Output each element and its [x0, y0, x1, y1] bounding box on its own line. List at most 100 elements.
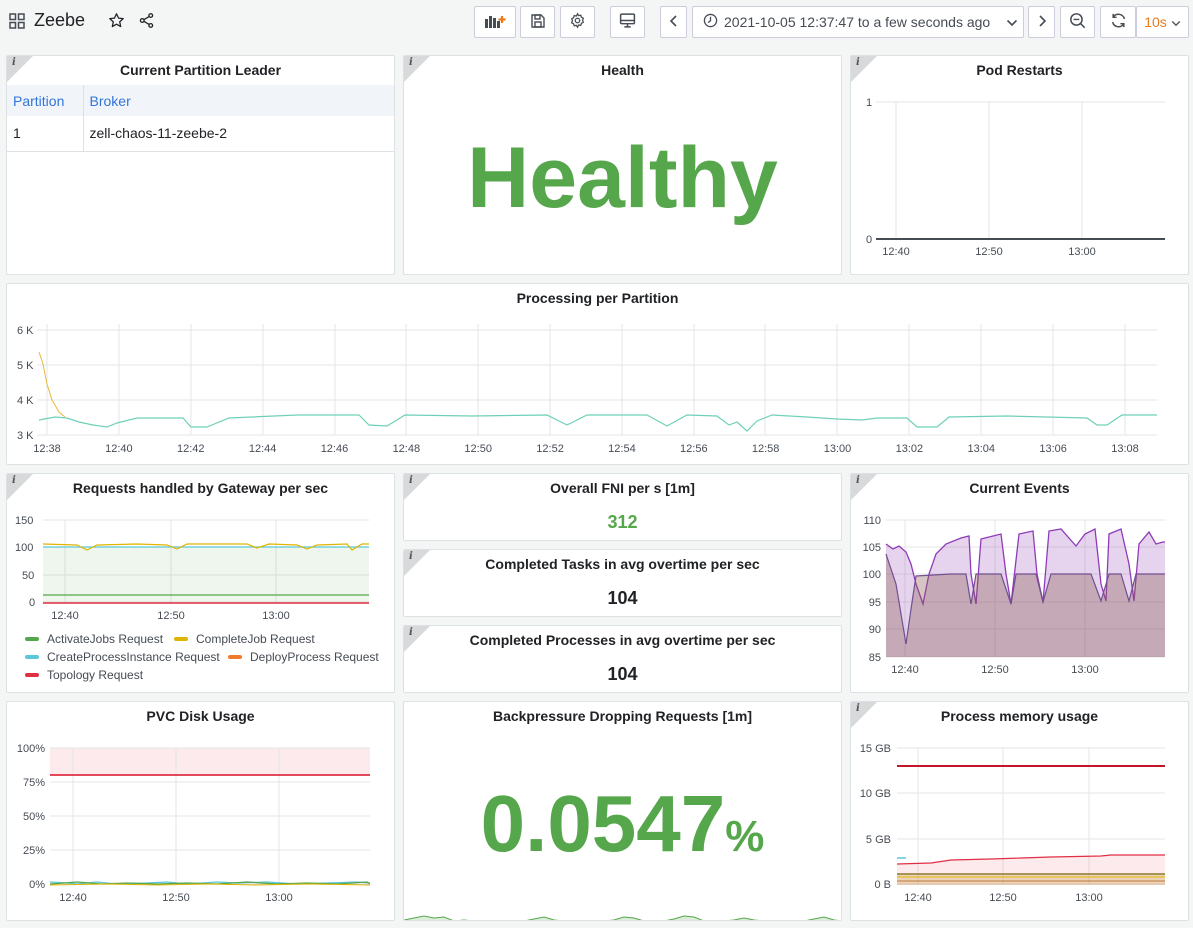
x-tick-label: 12:50: [989, 892, 1017, 904]
y-tick-label: 100%: [17, 743, 45, 755]
chevron-left-icon: [669, 14, 679, 30]
legend-item[interactable]: ActivateJobs Request: [25, 632, 163, 646]
panel-pod-restarts: i Pod Restarts 1 0 12:40 12:50 13:00: [850, 55, 1189, 275]
x-tick-label: 12:40: [105, 443, 133, 455]
legend-item[interactable]: CompleteJob Request: [174, 632, 315, 646]
panel-pvc-disk-usage: PVC Disk Usage 100% 75% 50% 25% 0% 12:40…: [6, 701, 395, 921]
y-tick-label: 50: [22, 570, 34, 582]
legend-label: CreateProcessInstance Request: [47, 650, 220, 664]
backpressure-sparkline: [404, 915, 839, 920]
legend-swatch: [25, 637, 39, 641]
zoom-out-button[interactable]: [1060, 6, 1095, 38]
memory-chart: 15 GB 10 GB 5 GB 0 B 12:40 12:50 13:00: [860, 743, 1165, 904]
y-tick-label: 25%: [23, 845, 45, 857]
column-header-broker[interactable]: Broker: [83, 85, 394, 116]
x-tick-label: 13:00: [1075, 892, 1103, 904]
x-tick-label: 12:40: [51, 610, 79, 622]
y-tick-label: 6 K: [17, 325, 34, 337]
share-icon[interactable]: [137, 12, 155, 30]
panel-title[interactable]: Backpressure Dropping Requests [1m]: [404, 708, 841, 724]
panel-processing-per-partition: Processing per Partition 6 K5 K4 K3 K 12…: [6, 283, 1189, 465]
dashboard-grid-icon[interactable]: [8, 12, 26, 30]
legend-label: CompleteJob Request: [196, 632, 315, 646]
panel-process-memory: i Process memory usage 15 GB 10 GB 5 GB …: [850, 701, 1189, 921]
x-tick-label: 12:50: [464, 443, 492, 455]
legend-swatch: [25, 673, 39, 677]
panel-partition-leader: i Current Partition Leader Partition Bro…: [6, 55, 395, 275]
add-panel-button[interactable]: [474, 6, 516, 38]
panel-title[interactable]: Health: [404, 62, 841, 78]
panel-completed-processes: i Completed Processes in avg overtime pe…: [403, 625, 842, 693]
x-tick-label: 12:58: [752, 443, 780, 455]
time-forward-button[interactable]: [1028, 6, 1055, 38]
x-tick-label: 12:40: [59, 892, 87, 904]
refresh-interval-picker[interactable]: 10s: [1136, 6, 1189, 38]
partition-leader-table: Partition Broker 1 zell-chaos-11-zeebe-2: [7, 85, 394, 152]
y-tick-label: 50%: [23, 811, 45, 823]
y-tick-label: 0: [866, 234, 872, 246]
x-tick-label: 12:50: [162, 892, 190, 904]
y-tick-label: 5 K: [17, 360, 34, 372]
backpressure-unit: %: [725, 812, 765, 861]
table-cell: zell-chaos-11-zeebe-2: [83, 116, 394, 152]
zoom-out-icon: [1069, 12, 1086, 32]
current-events-chart: 110 105 100 95 90 85 12:40 12:50 13:00: [863, 515, 1165, 676]
panel-health: i Health Healthy: [403, 55, 842, 275]
legend-item[interactable]: CreateProcessInstance Request: [25, 650, 220, 664]
processing-chart: 6 K 5 K 4 K 3 K 12:38 12:40 12:42 12:44 12:46 12…: [17, 324, 1157, 455]
legend-item[interactable]: Topology Request: [25, 668, 143, 682]
legend-swatch: [174, 637, 188, 641]
refresh-button[interactable]: [1100, 6, 1136, 38]
y-tick-label: 0: [29, 597, 35, 609]
x-tick-label: 12:56: [680, 443, 708, 455]
chevron-down-icon: [1006, 14, 1018, 30]
y-tick-label: 150: [15, 515, 33, 527]
time-range-picker[interactable]: 2021-10-05 12:37:47 to a few seconds ago: [692, 6, 1024, 38]
dashboard-settings-button[interactable]: [560, 6, 595, 38]
panel-backpressure: Backpressure Dropping Requests [1m] 0.05…: [403, 701, 842, 921]
panel-title[interactable]: Overall FNI per s [1m]: [404, 480, 841, 496]
x-tick-label: 13:00: [824, 443, 852, 455]
dashboard-title-area: Zeebe: [8, 10, 155, 31]
tv-mode-button[interactable]: [610, 6, 645, 38]
y-tick-label: 15 GB: [860, 743, 891, 755]
y-tick-label: 100: [863, 569, 881, 581]
panel-title[interactable]: Completed Tasks in avg overtime per sec: [404, 556, 841, 572]
y-tick-label: 100: [15, 542, 33, 554]
x-tick-label: 12:50: [157, 610, 185, 622]
column-header-partition[interactable]: Partition: [7, 85, 84, 116]
fni-value: 312: [607, 512, 638, 532]
y-tick-label: 3 K: [17, 430, 34, 442]
top-bar: Zeebe 2021-10-05 12:37:47 to a few secon…: [0, 0, 1193, 44]
pod-restarts-chart: 1 0 12:40 12:50 13:00: [866, 97, 1165, 258]
y-tick-label: 10 GB: [860, 788, 891, 800]
dashboard-title[interactable]: Zeebe: [34, 10, 85, 31]
chevron-down-icon: [1171, 14, 1181, 30]
time-back-button[interactable]: [660, 6, 687, 38]
x-tick-label: 13:00: [1071, 664, 1099, 676]
y-tick-label: 5 GB: [866, 834, 891, 846]
y-tick-label: 105: [863, 542, 881, 554]
gear-icon: [569, 12, 586, 32]
y-tick-label: 4 K: [17, 395, 34, 407]
panel-overall-fni: i Overall FNI per s [1m] 312: [403, 473, 842, 541]
y-tick-label: 90: [869, 624, 881, 636]
save-icon: [530, 13, 546, 32]
star-icon[interactable]: [107, 12, 125, 30]
time-range-label: 2021-10-05 12:37:47 to a few seconds ago: [724, 14, 991, 30]
x-tick-label: 12:40: [904, 892, 932, 904]
x-tick-label: 12:40: [891, 664, 919, 676]
x-tick-label: 13:00: [262, 610, 290, 622]
panel-title[interactable]: Current Partition Leader: [7, 62, 394, 78]
panel-title[interactable]: Completed Processes in avg overtime per …: [404, 632, 841, 648]
panel-current-events: i Current Events 110 105 100 95 90 85 12…: [850, 473, 1189, 693]
legend-swatch: [25, 655, 39, 659]
save-dashboard-button[interactable]: [520, 6, 555, 38]
x-tick-label: 12:38: [33, 443, 61, 455]
legend-item[interactable]: DeployProcess Request: [228, 650, 379, 664]
y-tick-label: 95: [869, 597, 881, 609]
x-tick-label: 12:50: [981, 664, 1009, 676]
x-tick-label: 12:40: [882, 246, 910, 258]
x-tick-label: 13:00: [1068, 246, 1096, 258]
x-tick-label: 12:54: [608, 443, 636, 455]
